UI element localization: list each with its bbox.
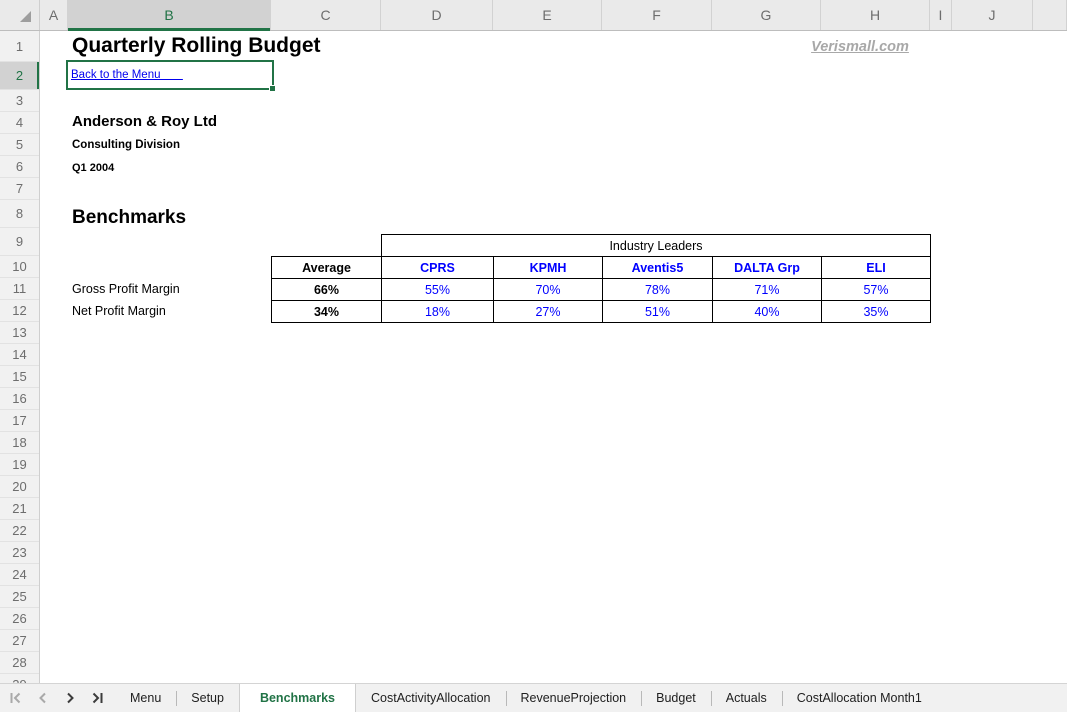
sheet-nav-buttons xyxy=(0,684,115,712)
row-header-13[interactable]: 13 xyxy=(0,322,39,344)
sheet-tab-benchmarks[interactable]: Benchmarks xyxy=(239,684,356,712)
sheet-tab-bar: MenuSetupBenchmarksCostActivityAllocatio… xyxy=(0,683,1067,712)
column-header-i[interactable]: I xyxy=(930,0,952,30)
row-header-21[interactable]: 21 xyxy=(0,498,39,520)
column-header-filler[interactable] xyxy=(1033,0,1067,30)
row-header-16[interactable]: 16 xyxy=(0,388,39,410)
row-header-2[interactable]: 2 xyxy=(0,62,39,90)
column-header-f[interactable]: F xyxy=(602,0,712,30)
sheet-tab-setup[interactable]: Setup xyxy=(176,684,239,712)
row-header-28[interactable]: 28 xyxy=(0,652,39,674)
fill-handle[interactable] xyxy=(269,85,276,92)
benchmark-value-1-2[interactable]: 51% xyxy=(603,301,713,323)
column-header-row: ABCDEFGHIJ xyxy=(0,0,1067,31)
column-header-d[interactable]: D xyxy=(381,0,493,30)
first-sheet-button[interactable] xyxy=(8,690,24,706)
row-header-17[interactable]: 17 xyxy=(0,410,39,432)
worksheet-title[interactable]: Quarterly Rolling Budget xyxy=(72,34,321,58)
benchmark-value-0-1[interactable]: 70% xyxy=(494,279,603,301)
column-header-h[interactable]: H xyxy=(821,0,930,30)
competitor-header-cprs[interactable]: CPRS xyxy=(382,257,494,279)
company-name[interactable]: Anderson & Roy Ltd xyxy=(72,113,217,130)
sheet-tab-costactivityallocation[interactable]: CostActivityAllocation xyxy=(356,684,506,712)
column-header-j[interactable]: J xyxy=(952,0,1033,30)
column-header-b[interactable]: B xyxy=(68,0,271,30)
verismall-logo: Verismall.com xyxy=(778,39,942,55)
select-all-button[interactable] xyxy=(0,0,40,30)
row-header-7[interactable]: 7 xyxy=(0,178,39,200)
row-header-9[interactable]: 9 xyxy=(0,228,39,256)
column-header-g[interactable]: G xyxy=(712,0,821,30)
section-heading[interactable]: Benchmarks xyxy=(72,207,186,229)
select-all-triangle-icon xyxy=(20,11,31,22)
benchmark-value-1-1[interactable]: 27% xyxy=(494,301,603,323)
sheet-tab-revenueprojection[interactable]: RevenueProjection xyxy=(506,684,642,712)
row-header-12[interactable]: 12 xyxy=(0,300,39,322)
row-header-4[interactable]: 4 xyxy=(0,112,39,134)
division-label[interactable]: Consulting Division xyxy=(72,139,180,151)
row-header-27[interactable]: 27 xyxy=(0,630,39,652)
row-label-net-profit-margin[interactable]: Net Profit Margin xyxy=(72,300,166,322)
excel-window: ABCDEFGHIJ 12345678910111213141516171819… xyxy=(0,0,1067,712)
row-header-15[interactable]: 15 xyxy=(0,366,39,388)
column-header-a[interactable]: A xyxy=(40,0,68,30)
selected-cell-b2[interactable]: Back to the Menu xyxy=(66,60,274,90)
period-label[interactable]: Q1 2004 xyxy=(72,162,114,174)
row-header-1[interactable]: 1 xyxy=(0,31,39,62)
row-header-5[interactable]: 5 xyxy=(0,134,39,156)
row-header-20[interactable]: 20 xyxy=(0,476,39,498)
benchmark-value-1-0[interactable]: 18% xyxy=(382,301,494,323)
benchmark-spacer-cell xyxy=(272,235,382,257)
row-header-23[interactable]: 23 xyxy=(0,542,39,564)
row-header-19[interactable]: 19 xyxy=(0,454,39,476)
row-header-24[interactable]: 24 xyxy=(0,564,39,586)
row-header-3[interactable]: 3 xyxy=(0,90,39,112)
sheet-tab-costallocation-month1[interactable]: CostAllocation Month1 xyxy=(782,684,937,712)
competitor-header-aventis5[interactable]: Aventis5 xyxy=(603,257,713,279)
sheet-tab-budget[interactable]: Budget xyxy=(641,684,711,712)
benchmark-value-0-2[interactable]: 78% xyxy=(603,279,713,301)
back-to-menu-link[interactable]: Back to the Menu xyxy=(71,69,183,81)
benchmark-value-1-4[interactable]: 35% xyxy=(822,301,931,323)
row-header-gutter: 1234567891011121314151617181920212223242… xyxy=(0,31,40,683)
row-header-18[interactable]: 18 xyxy=(0,432,39,454)
row-header-10[interactable]: 10 xyxy=(0,256,39,278)
sheet-tab-menu[interactable]: Menu xyxy=(115,684,176,712)
competitor-header-kpmh[interactable]: KPMH xyxy=(494,257,603,279)
row-label-gross-profit-margin[interactable]: Gross Profit Margin xyxy=(72,278,180,300)
benchmark-value-0-3[interactable]: 71% xyxy=(713,279,822,301)
benchmark-table: Industry LeadersAverageCPRSKPMHAventis5D… xyxy=(271,234,931,323)
benchmark-value-1-3[interactable]: 40% xyxy=(713,301,822,323)
row-header-14[interactable]: 14 xyxy=(0,344,39,366)
row-header-11[interactable]: 11 xyxy=(0,278,39,300)
row-header-26[interactable]: 26 xyxy=(0,608,39,630)
sheet-canvas[interactable]: 1234567891011121314151617181920212223242… xyxy=(0,31,1067,683)
benchmark-value-0-4[interactable]: 57% xyxy=(822,279,931,301)
average-value-0[interactable]: 66% xyxy=(272,279,382,301)
benchmark-value-0-0[interactable]: 55% xyxy=(382,279,494,301)
last-sheet-button[interactable] xyxy=(89,690,105,706)
row-header-25[interactable]: 25 xyxy=(0,586,39,608)
average-value-1[interactable]: 34% xyxy=(272,301,382,323)
row-header-8[interactable]: 8 xyxy=(0,200,39,228)
sheet-tabs: MenuSetupBenchmarksCostActivityAllocatio… xyxy=(115,684,937,712)
competitor-header-eli[interactable]: ELI xyxy=(822,257,931,279)
competitor-header-dalta-grp[interactable]: DALTA Grp xyxy=(713,257,822,279)
average-column-header[interactable]: Average xyxy=(272,257,382,279)
industry-leaders-header[interactable]: Industry Leaders xyxy=(382,235,931,257)
column-header-c[interactable]: C xyxy=(271,0,381,30)
sheet-tab-actuals[interactable]: Actuals xyxy=(711,684,782,712)
row-header-6[interactable]: 6 xyxy=(0,156,39,178)
next-sheet-button[interactable] xyxy=(62,690,78,706)
previous-sheet-button[interactable] xyxy=(35,690,51,706)
column-header-e[interactable]: E xyxy=(493,0,602,30)
row-header-29[interactable]: 29 xyxy=(0,674,39,683)
row-header-22[interactable]: 22 xyxy=(0,520,39,542)
